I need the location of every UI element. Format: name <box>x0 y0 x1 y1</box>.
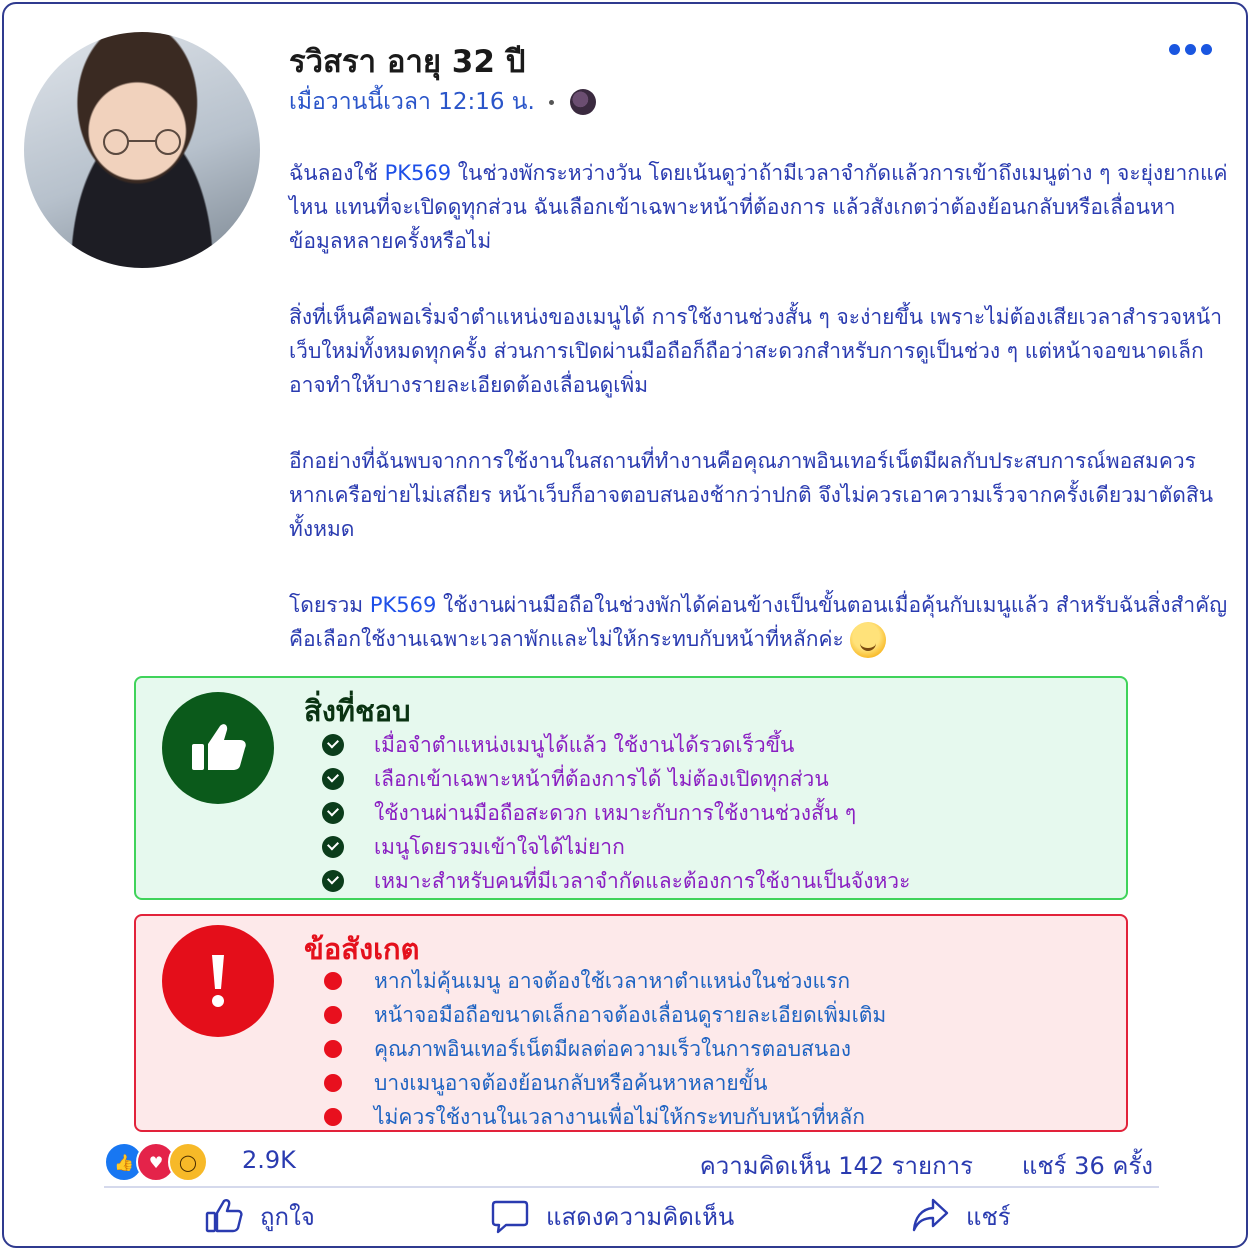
notes-list: หากไม่คุ้นเมนู อาจต้องใช้เวลาหาตำแหน่งใน… <box>322 964 886 1134</box>
more-options-button[interactable] <box>1169 44 1212 55</box>
reaction-icons[interactable]: 👍 ♥ ◯ <box>104 1142 208 1182</box>
post-paragraph: โดยรวม PK569 ใช้งานผ่านมือถือในช่วงพักได… <box>289 588 1229 658</box>
comment-button-label: แสดงความคิดเห็น <box>546 1202 735 1231</box>
list-item-text: ใช้งานผ่านมือถือสะดวก เหมาะกับการใช้งานช… <box>374 800 857 825</box>
paragraph-text: ฉันลองใช้ <box>289 161 385 185</box>
like-button-label: ถูกใจ <box>260 1202 315 1231</box>
check-circle-icon <box>322 836 344 858</box>
bullet-dot-icon <box>324 1108 342 1126</box>
check-circle-icon <box>322 802 344 824</box>
more-dot-icon <box>1201 44 1212 55</box>
list-item-text: บางเมนูอาจต้องย้อนกลับหรือค้นหาหลายขั้น <box>374 1070 768 1095</box>
reaction-count[interactable]: 2.9K <box>242 1146 296 1174</box>
list-item: เหมาะสำหรับคนที่มีเวลาจำกัดและต้องการใช้… <box>322 864 910 898</box>
comment-count[interactable]: ความคิดเห็น 142 รายการ <box>700 1146 973 1185</box>
bullet-dot-icon <box>324 1074 342 1092</box>
post-paragraph: อีกอย่างที่ฉันพบจากการใช้งานในสถานที่ทำง… <box>289 444 1229 546</box>
list-item-text: ไม่ควรใช้งานในเวลางานเพื่อไม่ให้กระทบกับ… <box>374 1104 865 1129</box>
comment-button[interactable]: แสดงความคิดเห็น <box>490 1196 734 1236</box>
post-paragraph: สิ่งที่เห็นคือพอเริ่มจำตำแหน่งของเมนูได้… <box>289 300 1229 402</box>
thumbs-up-icon <box>162 692 274 804</box>
post-paragraph: ฉันลองใช้ PK569 ในช่วงพักระหว่างวัน โดยเ… <box>289 156 1229 258</box>
engagement-stats: 👍 ♥ ◯ 2.9K ความคิดเห็น 142 รายการ แชร์ 3… <box>104 1142 1159 1188</box>
list-item-text: เมื่อจำตำแหน่งเมนูได้แล้ว ใช้งานได้รวดเร… <box>374 732 795 757</box>
list-item-text: หน้าจอมือถือขนาดเล็กอาจต้องเลื่อนดูรายละ… <box>374 1002 887 1027</box>
share-arrow-icon <box>912 1198 949 1232</box>
post-timestamp[interactable]: เมื่อวานนี้เวลา 12:16 น. <box>289 84 535 120</box>
wow-reaction-icon: ◯ <box>168 1142 208 1182</box>
bullet-dot-icon <box>324 1040 342 1058</box>
thumbs-up-outline-icon <box>205 1199 243 1233</box>
share-button[interactable]: แชร์ <box>910 1196 1011 1236</box>
likes-list: เมื่อจำตำแหน่งเมนูได้แล้ว ใช้งานได้รวดเร… <box>322 728 910 898</box>
list-item-text: หากไม่คุ้นเมนู อาจต้องใช้เวลาหาตำแหน่งใน… <box>374 968 851 993</box>
check-circle-icon <box>322 768 344 790</box>
separator-dot <box>548 99 554 105</box>
likes-panel: สิ่งที่ชอบ เมื่อจำตำแหน่งเมนูได้แล้ว ใช้… <box>134 676 1128 900</box>
list-item: ใช้งานผ่านมือถือสะดวก เหมาะกับการใช้งานช… <box>322 796 910 830</box>
list-item: บางเมนูอาจต้องย้อนกลับหรือค้นหาหลายขั้น <box>322 1066 886 1100</box>
list-item: เมนูโดยรวมเข้าใจได้ไม่ยาก <box>322 830 910 864</box>
list-item: คุณภาพอินเทอร์เน็ตมีผลต่อความเร็วในการตอ… <box>322 1032 886 1066</box>
exclamation-icon <box>162 925 274 1037</box>
check-circle-icon <box>322 734 344 756</box>
more-dot-icon <box>1169 44 1180 55</box>
paragraph-text: อีกอย่างที่ฉันพบจากการใช้งานในสถานที่ทำง… <box>289 449 1214 541</box>
action-bar: ถูกใจ แสดงความคิดเห็น แชร์ <box>4 1196 1246 1244</box>
notes-panel: ข้อสังเกต หากไม่คุ้นเมนู อาจต้องใช้เวลาห… <box>134 914 1128 1132</box>
list-item-text: เมนูโดยรวมเข้าใจได้ไม่ยาก <box>374 834 625 859</box>
check-circle-icon <box>322 870 344 892</box>
paragraph-text: สิ่งที่เห็นคือพอเริ่มจำตำแหน่งของเมนูได้… <box>289 305 1222 397</box>
list-item: หากไม่คุ้นเมนู อาจต้องใช้เวลาหาตำแหน่งใน… <box>322 964 886 998</box>
list-item-text: คุณภาพอินเทอร์เน็ตมีผลต่อความเร็วในการตอ… <box>374 1036 852 1061</box>
paragraph-text: โดยรวม <box>289 593 370 617</box>
author-name[interactable]: รวิสรา อายุ 32 ปี <box>289 36 525 86</box>
glasses-graphic <box>103 129 181 155</box>
list-item: ไม่ควรใช้งานในเวลางานเพื่อไม่ให้กระทบกับ… <box>322 1100 886 1134</box>
share-button-label: แชร์ <box>966 1202 1011 1231</box>
list-item-text: เหมาะสำหรับคนที่มีเวลาจำกัดและต้องการใช้… <box>374 868 911 893</box>
share-count[interactable]: แชร์ 36 ครั้ง <box>1022 1146 1153 1185</box>
bullet-dot-icon <box>324 972 342 990</box>
list-item: เลือกเข้าเฉพาะหน้าที่ต้องการได้ ไม่ต้องเ… <box>322 762 910 796</box>
list-item-text: เลือกเข้าเฉพาะหน้าที่ต้องการได้ ไม่ต้องเ… <box>374 766 829 791</box>
brand-mention[interactable]: PK569 <box>370 593 437 617</box>
post-meta: เมื่อวานนี้เวลา 12:16 น. <box>289 84 596 120</box>
like-button[interactable]: ถูกใจ <box>204 1196 315 1236</box>
avatar[interactable] <box>24 32 260 268</box>
smiling-face-emoji-icon <box>849 622 886 658</box>
list-item: เมื่อจำตำแหน่งเมนูได้แล้ว ใช้งานได้รวดเร… <box>322 728 910 762</box>
bullet-dot-icon <box>324 1006 342 1024</box>
list-item: หน้าจอมือถือขนาดเล็กอาจต้องเลื่อนดูรายละ… <box>322 998 886 1032</box>
globe-icon <box>569 89 596 115</box>
more-dot-icon <box>1185 44 1196 55</box>
brand-mention[interactable]: PK569 <box>385 161 452 185</box>
post-card: รวิสรา อายุ 32 ปี เมื่อวานนี้เวลา 12:16 … <box>2 2 1248 1248</box>
comment-bubble-icon <box>491 1200 529 1234</box>
post-body: ฉันลองใช้ PK569 ในช่วงพักระหว่างวัน โดยเ… <box>289 156 1229 700</box>
